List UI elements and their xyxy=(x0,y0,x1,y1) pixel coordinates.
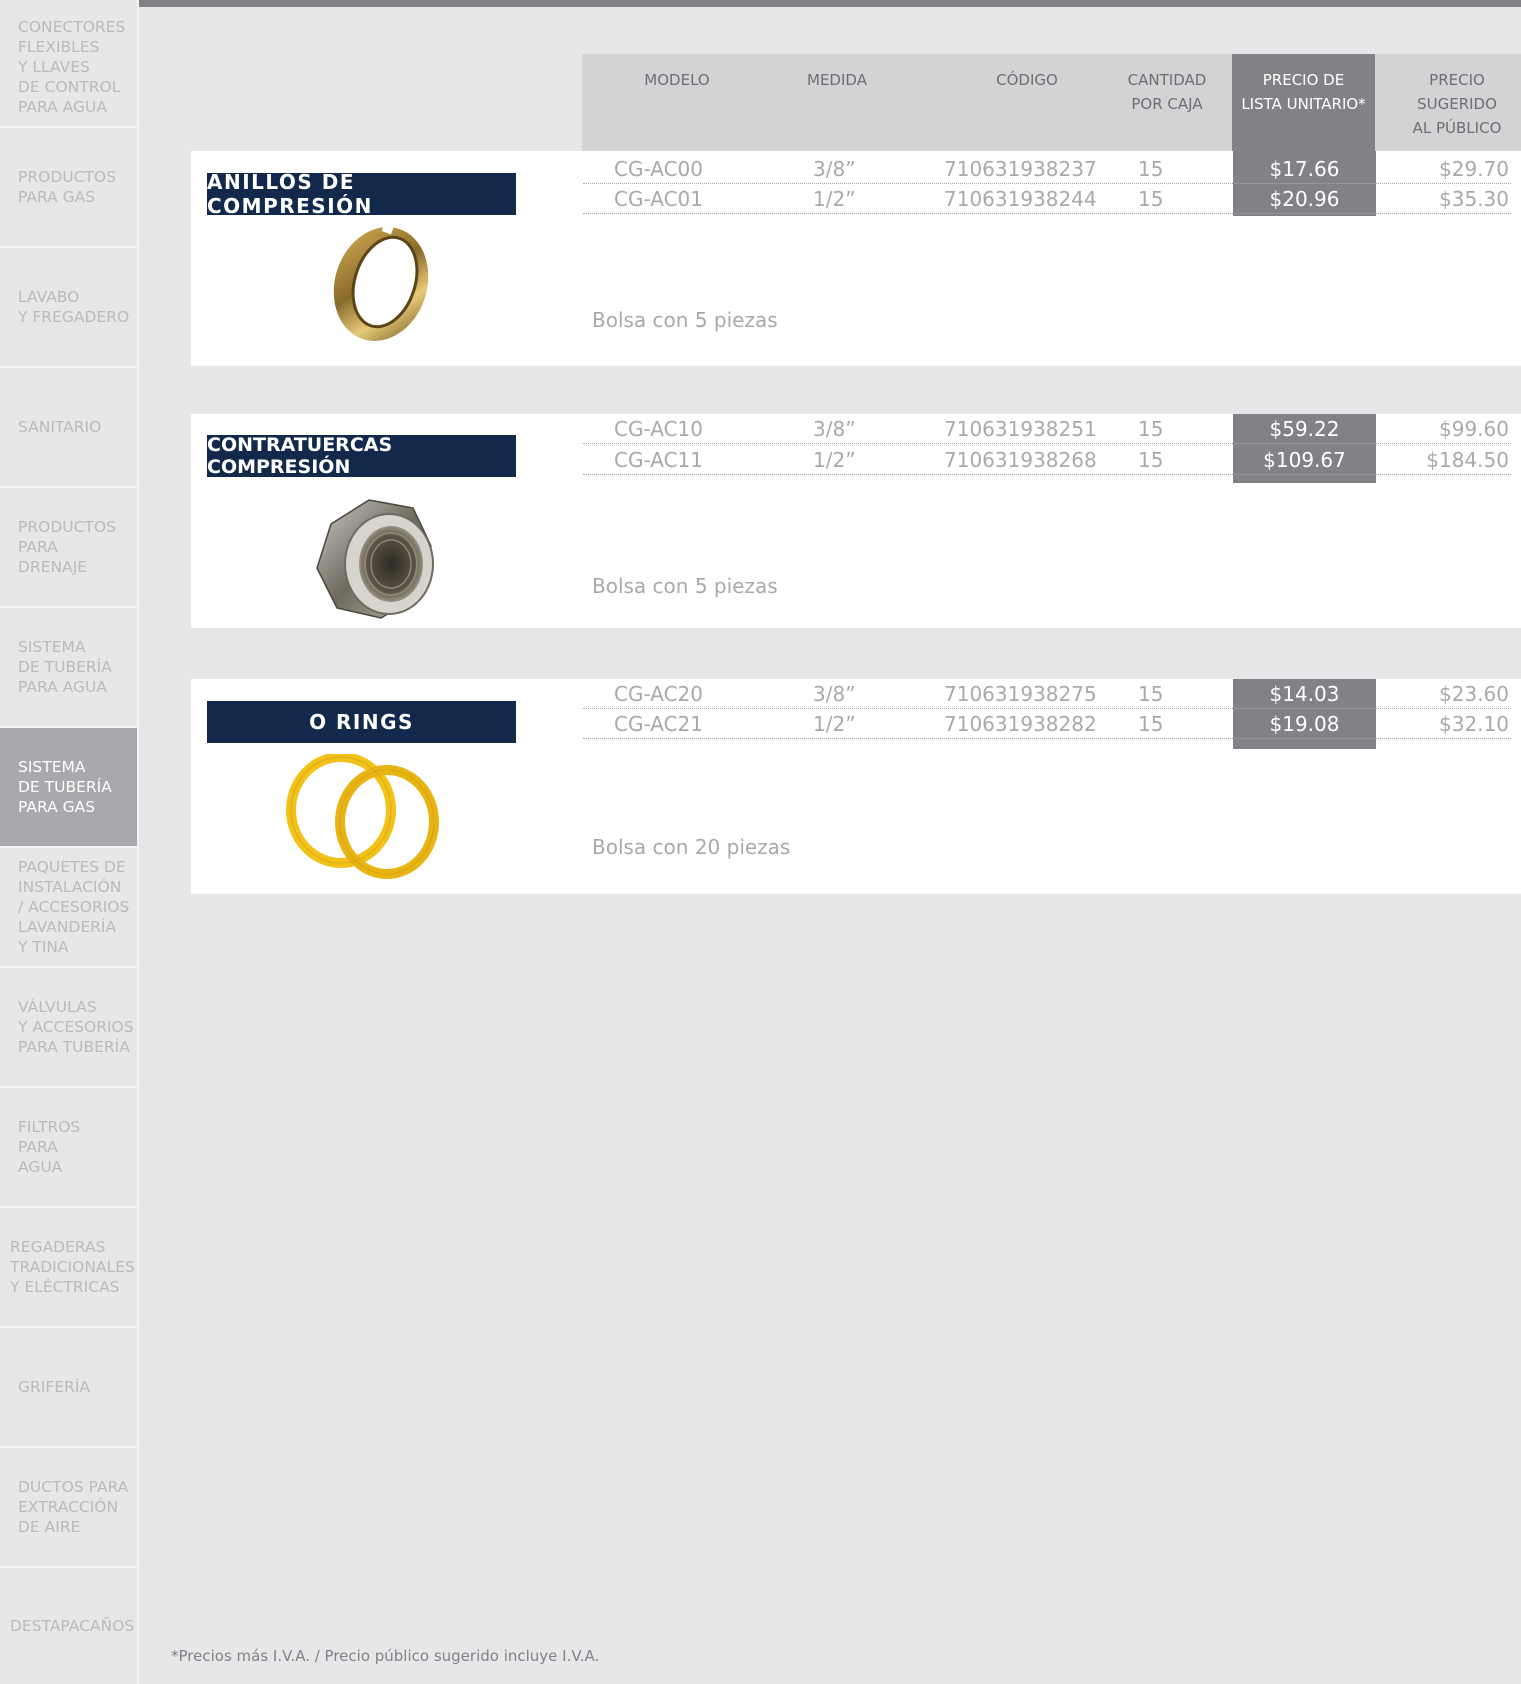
sidebar-item-regaderas[interactable]: REGADERAS TRADICIONALES Y ELÉCTRICAS xyxy=(0,1208,137,1328)
cell-cantidad: 15 xyxy=(1138,712,1164,736)
product-section-anillos: ANILLOS DE COMPRESIÓN CG-AC00 3/8” 71063… xyxy=(191,151,1521,366)
table-row: CG-AC21 1/2” 710631938282 15 $19.08 $32.… xyxy=(583,709,1521,739)
product-section-o-rings: O RINGS CG-AC20 3/8” 710631938275 15 $14… xyxy=(191,679,1521,894)
cell-medida: 1/2” xyxy=(813,187,856,211)
cell-sugerido: $29.70 xyxy=(1439,157,1509,181)
cell-codigo: 710631938251 xyxy=(944,417,1097,441)
cell-sugerido: $32.10 xyxy=(1439,712,1509,736)
cell-medida: 3/8” xyxy=(813,682,856,706)
sidebar-item-productos-para-gas[interactable]: PRODUCTOS PARA GAS xyxy=(0,128,137,248)
table-row: CG-AC10 3/8” 710631938251 15 $59.22 $99.… xyxy=(583,414,1521,444)
header-codigo: CÓDIGO xyxy=(996,71,1058,89)
product-title: CONTRATUERCAS COMPRESIÓN xyxy=(207,434,516,478)
cell-medida: 1/2” xyxy=(813,448,856,472)
cell-precio: $14.03 xyxy=(1269,682,1340,706)
header-modelo: MODELO xyxy=(644,71,710,89)
cell-modelo: CG-AC11 xyxy=(614,448,703,472)
header-cantidad: CANTIDAD POR CAJA xyxy=(1127,71,1207,113)
sidebar-item-conectores-flexibles[interactable]: CONECTORES FLEXIBLES Y LLAVES DE CONTROL… xyxy=(0,7,137,128)
cell-codigo: 710631938282 xyxy=(944,712,1097,736)
sidebar-item-lavabo-fregadero[interactable]: LAVABO Y FREGADERO xyxy=(0,248,137,368)
cell-medida: 1/2” xyxy=(813,712,856,736)
package-note: Bolsa con 20 piezas xyxy=(592,835,791,859)
cell-cantidad: 15 xyxy=(1138,448,1164,472)
row-divider xyxy=(583,443,1511,444)
product-title: O RINGS xyxy=(207,701,516,743)
cell-codigo: 710631938237 xyxy=(944,157,1097,181)
cell-cantidad: 15 xyxy=(1138,187,1164,211)
cell-codigo: 710631938275 xyxy=(944,682,1097,706)
cell-sugerido: $23.60 xyxy=(1439,682,1509,706)
row-divider xyxy=(583,213,1511,214)
o-rings-image xyxy=(286,754,439,879)
sidebar-item-valvulas-accesorios[interactable]: VÁLVULAS Y ACCESORIOS PARA TUBERÍA xyxy=(0,968,137,1088)
cell-modelo: CG-AC21 xyxy=(614,712,703,736)
package-note: Bolsa con 5 piezas xyxy=(592,308,778,332)
sidebar-item-filtros-agua[interactable]: FILTROS PARA AGUA xyxy=(0,1088,137,1208)
hex-nut-image xyxy=(316,499,434,619)
product-section-contratuercas: CONTRATUERCAS COMPRESIÓN CG-AC10 3/8” 71… xyxy=(191,414,1521,628)
cell-precio: $109.67 xyxy=(1263,448,1346,472)
cell-medida: 3/8” xyxy=(813,157,856,181)
cell-codigo: 710631938268 xyxy=(944,448,1097,472)
table-row: CG-AC00 3/8” 710631938237 15 $17.66 $29.… xyxy=(583,154,1521,184)
header-precio-lista: PRECIO DE LISTA UNITARIO* xyxy=(1232,54,1375,151)
cell-cantidad: 15 xyxy=(1138,417,1164,441)
cell-codigo: 710631938244 xyxy=(944,187,1097,211)
package-note: Bolsa con 5 piezas xyxy=(592,574,778,598)
cell-sugerido: $99.60 xyxy=(1439,417,1509,441)
cell-medida: 3/8” xyxy=(813,417,856,441)
cell-precio: $59.22 xyxy=(1269,417,1340,441)
cell-precio: $17.66 xyxy=(1269,157,1340,181)
cell-sugerido: $35.30 xyxy=(1439,187,1509,211)
row-divider xyxy=(583,738,1511,739)
cell-modelo: CG-AC10 xyxy=(614,417,703,441)
table-row: CG-AC01 1/2” 710631938244 15 $20.96 $35.… xyxy=(583,184,1521,214)
cell-precio: $19.08 xyxy=(1269,712,1340,736)
sidebar-item-ductos-extraccion[interactable]: DUCTOS PARA EXTRACCIÓN DE AIRE xyxy=(0,1448,137,1568)
top-bar xyxy=(139,0,1521,7)
product-title: ANILLOS DE COMPRESIÓN xyxy=(207,170,516,218)
cell-precio: $20.96 xyxy=(1269,187,1340,211)
table-row: CG-AC20 3/8” 710631938275 15 $14.03 $23.… xyxy=(583,679,1521,709)
row-divider xyxy=(583,474,1511,475)
cell-cantidad: 15 xyxy=(1138,682,1164,706)
sidebar-item-tuberia-agua[interactable]: SISTEMA DE TUBERÍA PARA AGUA xyxy=(0,608,137,728)
header-precio-sugerido: PRECIO SUGERIDO AL PÚBLICO xyxy=(1412,71,1502,137)
cell-cantidad: 15 xyxy=(1138,157,1164,181)
cell-modelo: CG-AC00 xyxy=(614,157,703,181)
header-medida: MEDIDA xyxy=(807,71,867,89)
cell-modelo: CG-AC20 xyxy=(614,682,703,706)
sidebar-item-destapacanos[interactable]: DESTAPACAÑOS xyxy=(0,1568,137,1684)
category-sidebar: CONECTORES FLEXIBLES Y LLAVES DE CONTROL… xyxy=(0,0,139,1684)
sidebar-item-productos-drenaje[interactable]: PRODUCTOS PARA DRENAJE xyxy=(0,488,137,608)
cell-modelo: CG-AC01 xyxy=(614,187,703,211)
table-row: CG-AC11 1/2” 710631938268 15 $109.67 $18… xyxy=(583,445,1521,475)
brass-ring-image xyxy=(333,221,429,341)
sidebar-item-griferia[interactable]: GRIFERÍA xyxy=(0,1328,137,1448)
sidebar-item-paquetes-instalacion[interactable]: PAQUETES DE INSTALACIÓN / ACCESORIOS LAV… xyxy=(0,848,137,968)
sidebar-item-tuberia-gas[interactable]: SISTEMA DE TUBERÍA PARA GAS xyxy=(0,728,137,848)
sidebar-item-sanitario[interactable]: SANITARIO xyxy=(0,368,137,488)
cell-sugerido: $184.50 xyxy=(1426,448,1509,472)
sidebar-divider xyxy=(137,0,139,1684)
table-header: MODELO MEDIDA CÓDIGO CANTIDAD POR CAJA P… xyxy=(582,54,1521,151)
price-footnote: *Precios más I.V.A. / Precio público sug… xyxy=(171,1647,600,1665)
